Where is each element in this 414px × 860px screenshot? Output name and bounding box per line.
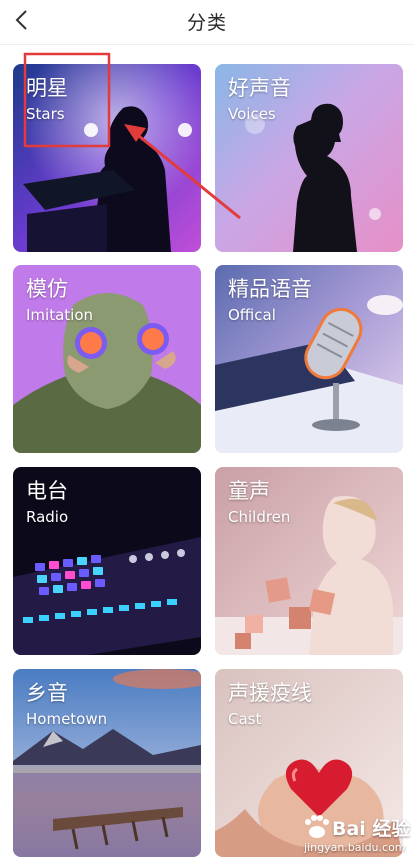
category-title-en: Imitation [26,306,94,324]
category-title-zh: 童声 [228,479,270,503]
top-nav-bar: 分类 [0,0,414,44]
baidu-jingyan-watermark: Bai 经验 jingyan.baidu.com [296,808,414,860]
category-card-stars[interactable]: 明星 Stars [13,64,201,252]
category-title-zh: 好声音 [228,76,291,100]
category-title-en: Stars [26,105,65,123]
category-title-en: Cast [228,710,262,728]
header-divider [0,44,414,45]
category-title-en: Voices [228,105,276,123]
category-card-hometown[interactable]: 乡音 Hometown [13,669,201,857]
category-title-zh: 模仿 [26,277,68,301]
category-title-zh: 电台 [26,479,68,503]
watermark-url: jingyan.baidu.com [304,841,406,854]
category-card-voices[interactable]: 好声音 Voices [215,64,403,252]
watermark-brand: Bai 经验 [332,818,411,840]
category-title-zh: 声援疫线 [228,681,312,705]
category-card-children[interactable]: 童声 Children [215,467,403,655]
category-title-en: Offical [228,306,276,324]
category-card-radio[interactable]: 电台 Radio [13,467,201,655]
page-title: 分类 [186,12,227,34]
paw-logo-icon [305,815,329,838]
category-title-zh: 明星 [26,76,68,100]
category-title-en: Radio [26,508,69,526]
category-title-zh: 精品语音 [228,277,312,301]
category-title-en: Hometown [26,710,108,728]
category-card-offical[interactable]: 精品语音 Offical [215,265,403,453]
category-card-imitation[interactable]: 模仿 Imitation [13,265,201,453]
category-title-en: Children [228,508,291,526]
category-title-zh: 乡音 [26,681,68,705]
